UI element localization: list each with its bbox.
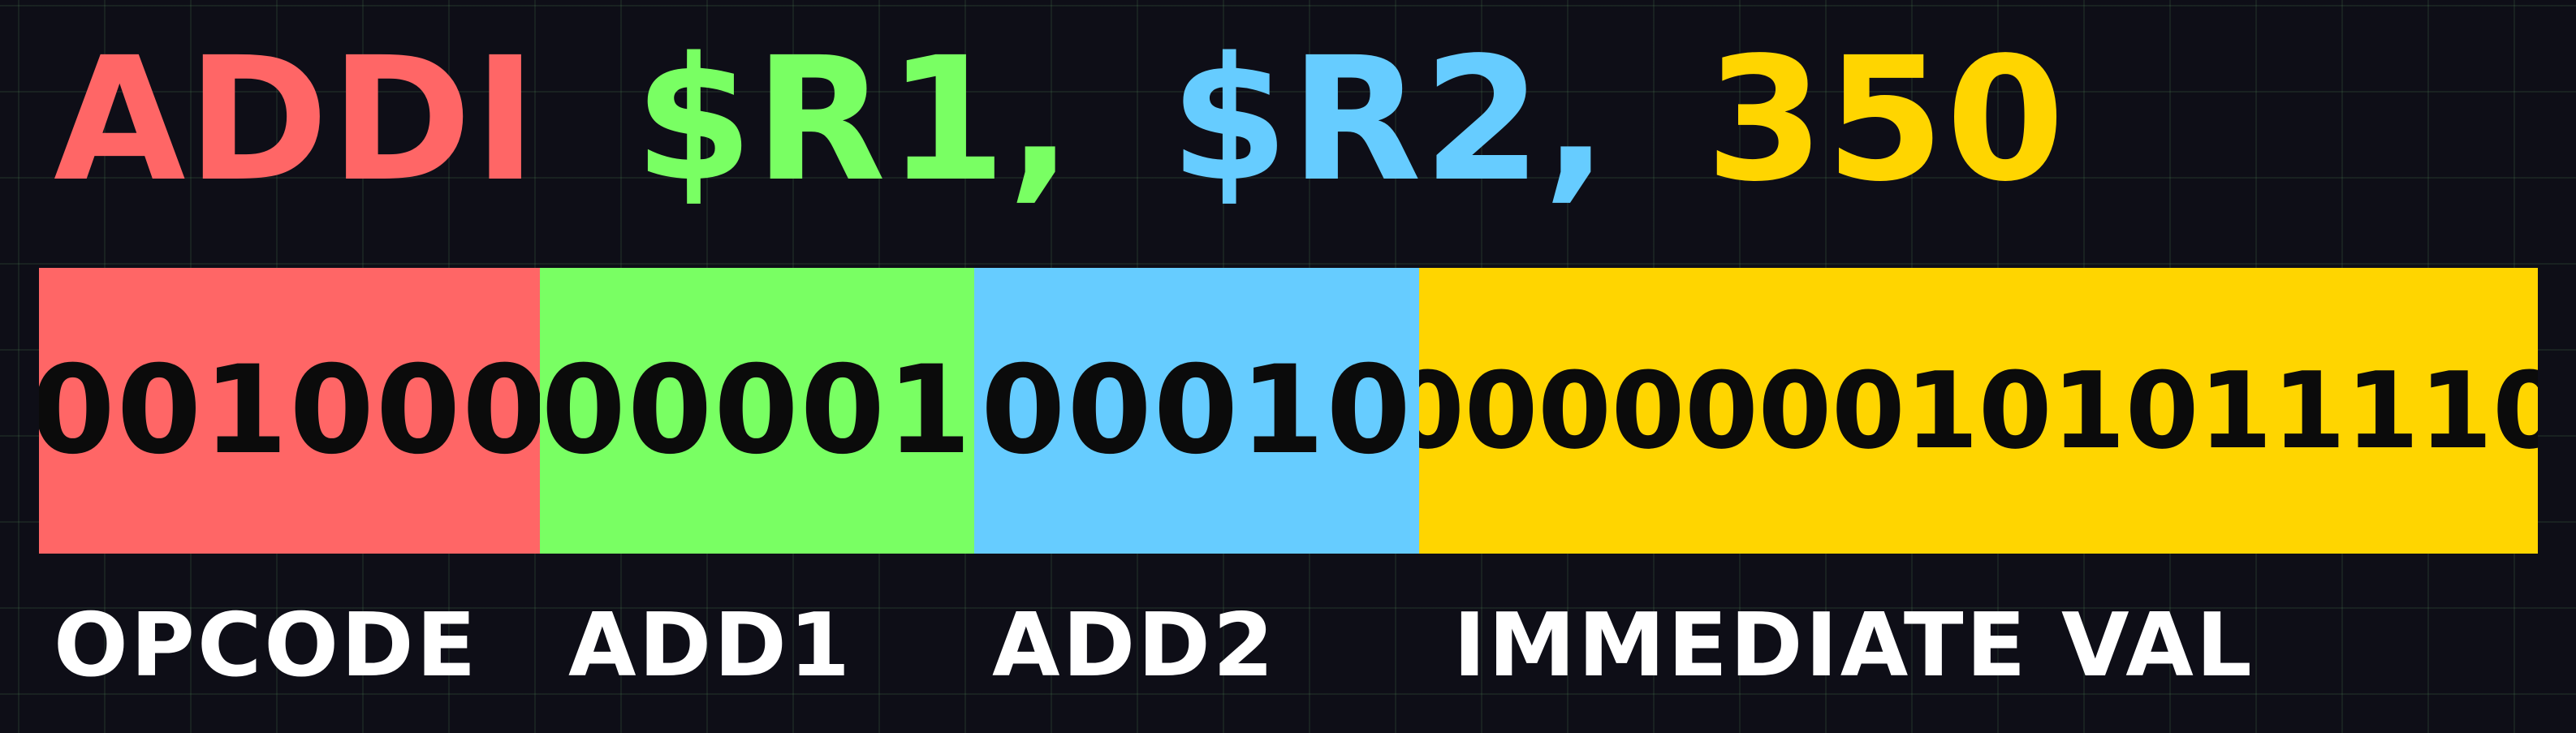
add2-label: ADD2: [992, 595, 1277, 696]
immediate-label: IMMEDIATE VAL: [1453, 595, 2255, 696]
add1-field: 00001: [540, 268, 974, 554]
opcode-label: OPCODE: [54, 595, 479, 696]
add1-label: ADD1: [568, 595, 853, 696]
operand-r1: $R1,: [634, 20, 1075, 219]
mnemonic: ADDI: [54, 20, 539, 219]
instruction-encoding-bar: 001000 00001 00010 0000000101011110: [39, 268, 2538, 554]
immediate-operand: 350: [1705, 20, 2067, 219]
operand-r2: $R2,: [1170, 20, 1610, 219]
instruction-text: ADDI $R1, $R2, 350: [54, 31, 2066, 209]
immediate-field: 0000000101011110: [1419, 268, 2538, 554]
opcode-field: 001000: [39, 268, 540, 554]
field-labels: OPCODE ADD1 ADD2 IMMEDIATE VAL: [0, 602, 2576, 708]
add2-field: 00010: [974, 268, 1419, 554]
